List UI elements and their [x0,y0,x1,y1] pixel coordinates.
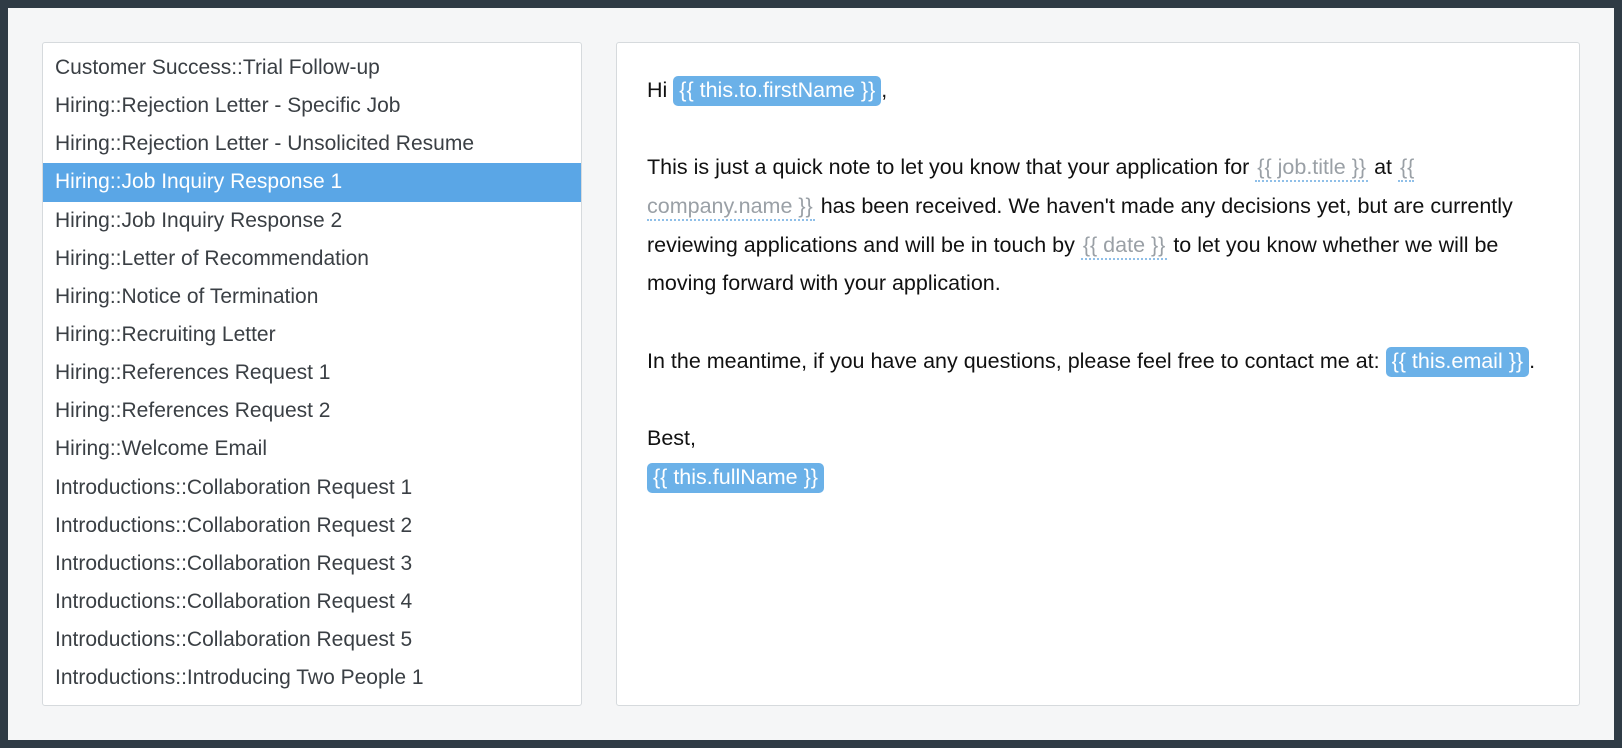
merge-tag-date[interactable]: {{ date }} [1081,233,1168,260]
template-item[interactable]: Hiring::Recruiting Letter [43,316,581,354]
merge-tag-job-title[interactable]: {{ job.title }} [1255,155,1368,182]
template-item[interactable]: Hiring::Letter of Recommendation [43,240,581,278]
template-list: Customer Success::Trial Follow-upHiring:… [43,43,581,697]
template-item[interactable]: Hiring::Job Inquiry Response 2 [43,202,581,240]
contact-text: . [1529,349,1535,373]
template-item[interactable]: Introductions::Introducing Two People 1 [43,659,581,697]
template-preview-panel: Hi {{ this.to.firstName }}, This is just… [616,42,1580,706]
template-item[interactable]: Hiring::Rejection Letter - Unsolicited R… [43,125,581,163]
contact-text: In the meantime, if you have any questio… [647,349,1386,373]
body-text: This is just a quick note to let you kno… [647,155,1255,179]
template-item[interactable]: Introductions::Collaboration Request 1 [43,469,581,507]
preview-contact-paragraph: In the meantime, if you have any questio… [647,342,1549,381]
template-item[interactable]: Customer Success::Trial Follow-up [43,49,581,87]
signoff-text: Best, [647,426,696,450]
merge-tag-fullname[interactable]: {{ this.fullName }} [647,463,824,493]
template-item[interactable]: Hiring::References Request 2 [43,392,581,430]
preview-signature: {{ this.fullName }} [647,458,1549,497]
template-item[interactable]: Hiring::References Request 1 [43,354,581,392]
template-item[interactable]: Hiring::Rejection Letter - Specific Job [43,87,581,125]
template-item[interactable]: Introductions::Collaboration Request 2 [43,507,581,545]
preview-body-paragraph: This is just a quick note to let you kno… [647,148,1549,303]
template-item[interactable]: Introductions::Collaboration Request 5 [43,621,581,659]
template-item[interactable]: Hiring::Job Inquiry Response 1 [43,163,581,201]
preview-greeting-line: Hi {{ this.to.firstName }}, [647,71,1549,110]
greeting-suffix: , [881,78,887,102]
template-item[interactable]: Introductions::Collaboration Request 3 [43,545,581,583]
merge-tag-email[interactable]: {{ this.email }} [1386,347,1529,377]
template-item[interactable]: Hiring::Welcome Email [43,430,581,468]
merge-tag-first-name[interactable]: {{ this.to.firstName }} [673,76,881,106]
body-text: at [1368,155,1398,179]
app-surface: Customer Success::Trial Follow-upHiring:… [8,8,1614,740]
preview-signoff: Best, [647,419,1549,458]
template-item[interactable]: Introductions::Collaboration Request 4 [43,583,581,621]
greeting-prefix: Hi [647,78,673,102]
template-list-panel: Customer Success::Trial Follow-upHiring:… [42,42,582,706]
template-item[interactable]: Hiring::Notice of Termination [43,278,581,316]
